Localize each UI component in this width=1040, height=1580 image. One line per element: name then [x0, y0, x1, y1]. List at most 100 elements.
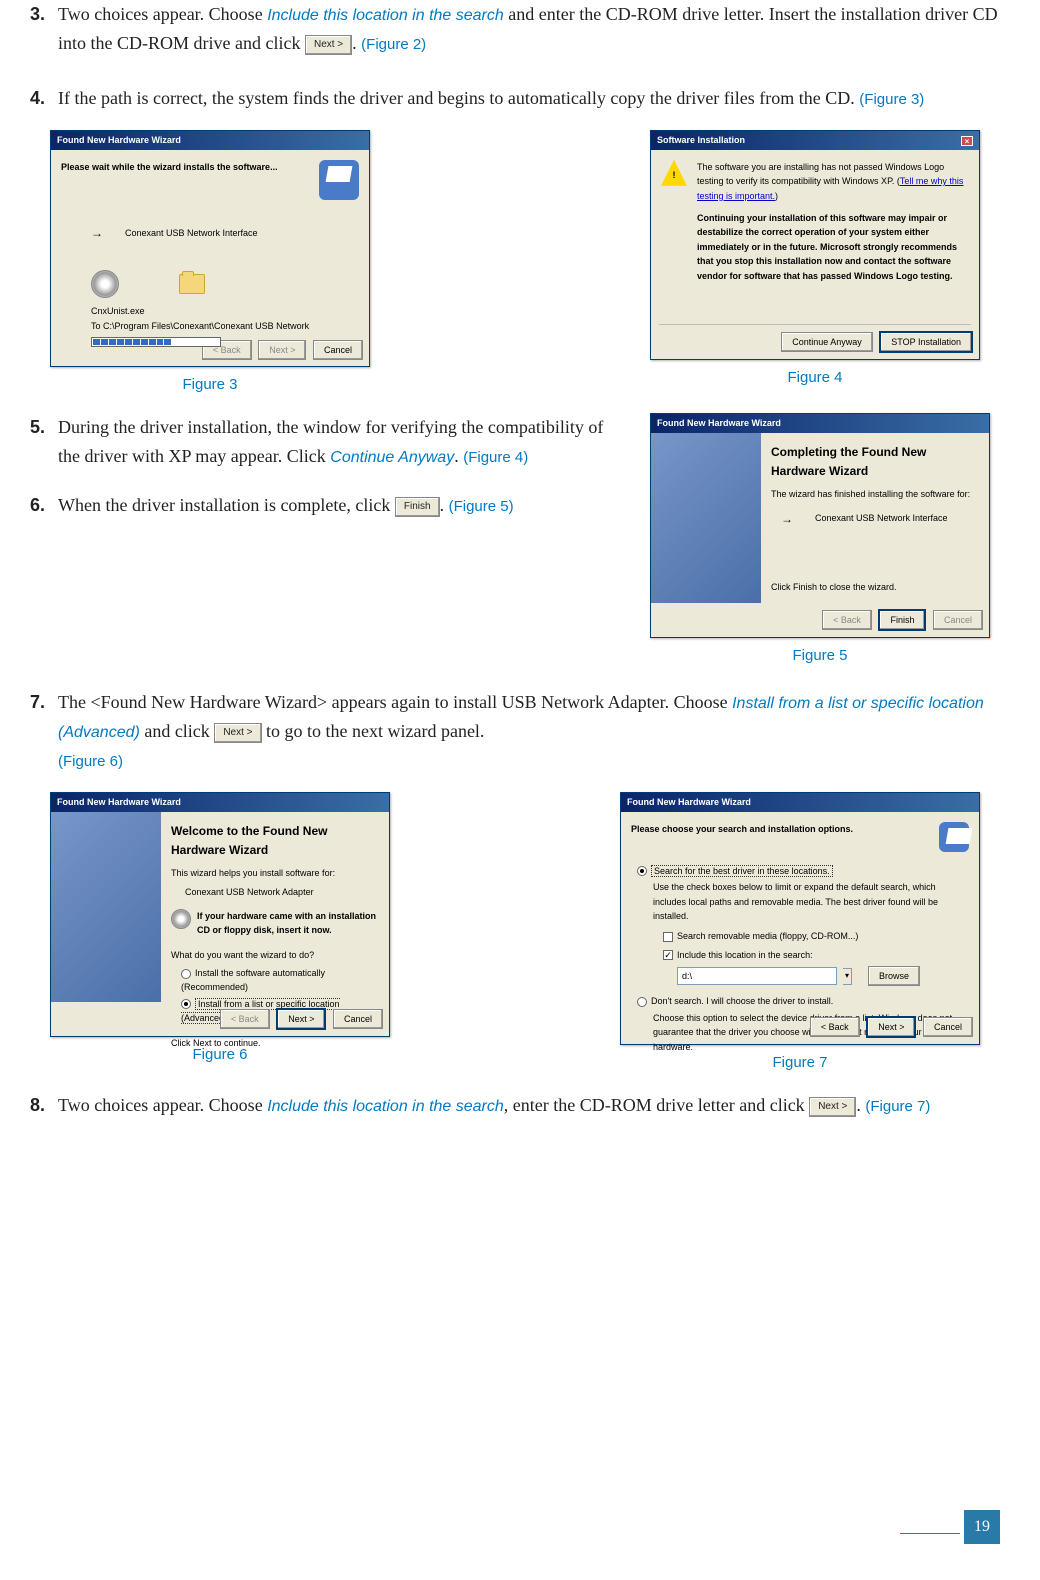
option-label: Don't search. I will choose the driver t… [651, 996, 833, 1006]
step-body: Two choices appear. Choose Include this … [58, 0, 1000, 58]
action-text: Include this location in the search [267, 7, 504, 24]
figure-6-column: Found New Hardware Wizard Welcome to the… [50, 792, 390, 1075]
next-button: Next > [866, 1016, 916, 1038]
dialog-title: Found New Hardware Wizard [57, 133, 181, 147]
text: , enter the CD-ROM drive letter and clic… [504, 1095, 809, 1115]
step-number: 3. [30, 0, 58, 58]
titlebar: Found New Hardware Wizard [651, 414, 989, 432]
next-button: Next > [258, 340, 306, 360]
step-3: 3. Two choices appear. Choose Include th… [30, 0, 1000, 58]
figure-caption: Figure 3 [182, 373, 237, 397]
file-name: CnxUnist.exe [91, 304, 359, 318]
radio-search [637, 866, 647, 876]
figure-ref: (Figure 7) [865, 1098, 930, 1115]
back-button: < Back [220, 1009, 270, 1029]
figure-row-3-4: Found New Hardware Wizard Please wait wh… [30, 130, 1000, 397]
text: . [440, 495, 449, 515]
close-icon: × [961, 136, 973, 146]
wizard-sidebar [651, 433, 761, 603]
usb-icon [91, 226, 115, 240]
option-label: Search for the best driver in these loca… [651, 865, 833, 877]
warning-text: Continuing your installation of this sof… [697, 211, 969, 283]
dialog-heading: Welcome to the Found New Hardware Wizard [171, 822, 379, 860]
step-number: 6. [30, 491, 58, 520]
option-label: Install the software automatically (Reco… [181, 968, 325, 992]
text: When the driver installation is complete… [58, 495, 395, 515]
radio-auto [181, 969, 191, 979]
figure-ref: (Figure 5) [449, 498, 514, 515]
dialog-heading: Please choose your search and installati… [631, 822, 853, 852]
continue-anyway-button: Continue Anyway [781, 332, 873, 352]
action-text: Continue Anyway [330, 449, 454, 466]
step-number: 7. [30, 688, 58, 774]
text: The wizard has finished installing the s… [771, 487, 979, 501]
text: Click Finish to close the wizard. [771, 580, 897, 594]
figure-ref: (Figure 4) [463, 449, 528, 466]
progress-bar [91, 337, 221, 347]
device-name: Conexant USB Network Interface [815, 511, 948, 525]
text: and click [140, 721, 214, 741]
text: to go to the next wizard panel. [266, 721, 484, 741]
check-removable [663, 932, 673, 942]
text: This wizard helps you install software f… [171, 866, 379, 880]
step-body: The <Found New Hardware Wizard> appears … [58, 688, 1000, 774]
figure-caption: Figure 6 [192, 1043, 247, 1067]
dialog-buttons: < Back Finish Cancel [651, 603, 989, 637]
text: ) [775, 191, 778, 201]
dialog-title: Found New Hardware Wizard [657, 416, 781, 430]
next-button-image: Next > [214, 723, 261, 743]
page-number-line [900, 1533, 960, 1534]
dialog-figure-6: Found New Hardware Wizard Welcome to the… [50, 792, 390, 1037]
browse-button: Browse [868, 966, 920, 986]
text: If the path is correct, the system finds… [58, 88, 859, 108]
dialog-heading: Please wait while the wizard installs th… [61, 160, 278, 174]
dialog-title: Found New Hardware Wizard [627, 795, 751, 809]
figure-caption: Figure 4 [787, 366, 842, 390]
step-6: 6. When the driver installation is compl… [30, 491, 610, 520]
titlebar: Found New Hardware Wizard [621, 793, 979, 811]
finish-button: Finish [878, 609, 926, 631]
step-8: 8. Two choices appear. Choose Include th… [30, 1091, 1000, 1120]
text: . [454, 446, 463, 466]
folder-icon [179, 274, 205, 294]
titlebar: Found New Hardware Wizard [51, 131, 369, 149]
figure-ref: (Figure 6) [58, 753, 123, 770]
next-button-image: Next > [809, 1097, 856, 1117]
step-body: Two choices appear. Choose Include this … [58, 1091, 1000, 1120]
dialog-heading: Completing the Found New Hardware Wizard [771, 443, 979, 481]
dialog-figure-5: Found New Hardware Wizard Completing the… [650, 413, 990, 638]
figure-ref: (Figure 3) [859, 91, 924, 108]
step-7: 7. The <Found New Hardware Wizard> appea… [30, 688, 1000, 774]
warning-icon: ! [661, 160, 687, 186]
text: Two choices appear. Choose [58, 1095, 267, 1115]
back-button: < Back [822, 610, 872, 630]
dialog-figure-7: Found New Hardware Wizard Please choose … [620, 792, 980, 1045]
titlebar: Software Installation × [651, 131, 979, 149]
text: Two choices appear. Choose [58, 4, 267, 24]
text: . [352, 33, 361, 53]
step-number: 5. [30, 413, 58, 471]
step-number: 8. [30, 1091, 58, 1120]
device-name: Conexant USB Network Adapter [185, 885, 379, 899]
figure-4-column: Software Installation × ! The software y… [650, 130, 980, 397]
install-icon [319, 160, 359, 200]
wizard-sidebar [51, 812, 161, 1002]
next-button-image: Next > [305, 35, 352, 55]
radio-dont-search [637, 997, 647, 1007]
path-field: d:\ [677, 967, 837, 985]
check-label: Include this location in the search: [677, 950, 813, 960]
dialog-title: Software Installation [657, 133, 745, 147]
dialog-buttons: Continue Anyway STOP Installation [651, 325, 979, 359]
stop-installation-button: STOP Installation [879, 331, 973, 353]
dialog-figure-3: Found New Hardware Wizard Please wait wh… [50, 130, 370, 367]
back-button: < Back [810, 1017, 860, 1037]
figure-ref: (Figure 2) [361, 36, 426, 53]
step-5: 5. During the driver installation, the w… [30, 413, 610, 471]
dialog-figure-4: Software Installation × ! The software y… [650, 130, 980, 360]
step-4: 4. If the path is correct, the system fi… [30, 84, 1000, 113]
figure-3-column: Found New Hardware Wizard Please wait wh… [50, 130, 370, 397]
device-name: Conexant USB Network Interface [125, 226, 258, 240]
finish-button-image: Finish [395, 497, 440, 517]
step-body: When the driver installation is complete… [58, 491, 610, 520]
cancel-button: Cancel [933, 610, 983, 630]
